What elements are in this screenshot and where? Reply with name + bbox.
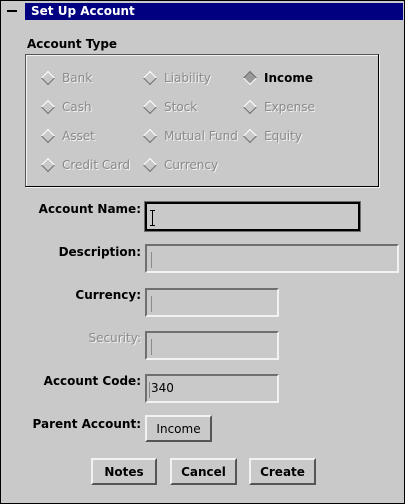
radio-label: Cash (62, 100, 92, 114)
security-label: Security: (88, 331, 141, 345)
currency-field[interactable] (145, 288, 279, 317)
text-cursor-icon (150, 210, 155, 226)
radio-label: Equity (264, 129, 302, 143)
text-cursor-icon (151, 252, 152, 268)
parent-account-button[interactable]: Income (145, 415, 212, 442)
radio-diamond-icon (40, 157, 56, 173)
radio-label: Bank (62, 71, 93, 85)
radio-diamond-icon (142, 70, 158, 86)
radio-credit-card[interactable]: Credit Card (40, 157, 130, 173)
radio-label: Income (264, 71, 314, 85)
radio-label: Asset (62, 129, 95, 143)
description-field[interactable] (145, 244, 399, 273)
account-code-label: Account Code: (43, 374, 141, 388)
account-type-label: Account Type (27, 37, 118, 51)
window-menu-icon (7, 10, 17, 12)
radio-cash[interactable]: Cash (40, 99, 92, 115)
radio-label: Expense (264, 100, 315, 114)
currency-label: Currency: (75, 288, 141, 302)
radio-diamond-icon (242, 70, 258, 86)
radio-stock[interactable]: Stock (142, 99, 198, 115)
account-name-field[interactable] (144, 201, 361, 232)
radio-currency[interactable]: Currency (142, 157, 219, 173)
create-button[interactable]: Create (249, 458, 316, 485)
radio-diamond-icon (142, 99, 158, 115)
radio-diamond-icon (40, 128, 56, 144)
description-label: Description: (58, 245, 141, 259)
text-cursor-icon (151, 339, 152, 355)
radio-equity[interactable]: Equity (242, 128, 302, 144)
radio-liability[interactable]: Liability (142, 70, 211, 86)
security-field[interactable] (145, 331, 279, 360)
radio-label: Currency (164, 158, 219, 172)
radio-label: Stock (164, 100, 198, 114)
radio-diamond-icon (242, 99, 258, 115)
radio-label: Credit Card (62, 158, 130, 172)
text-cursor-icon (149, 382, 150, 398)
radio-bank[interactable]: Bank (40, 70, 93, 86)
radio-diamond-icon (142, 128, 158, 144)
account-name-label: Account Name: (38, 202, 141, 216)
set-up-account-window: Set Up Account Account Type Bank Liabili… (0, 0, 405, 504)
notes-button[interactable]: Notes (91, 458, 157, 485)
radio-label: Mutual Fund (164, 129, 238, 143)
radio-asset[interactable]: Asset (40, 128, 95, 144)
window-menu-button[interactable] (4, 4, 20, 18)
account-code-field[interactable]: 340 (145, 374, 279, 403)
radio-income[interactable]: Income (242, 70, 314, 86)
radio-label: Liability (164, 71, 211, 85)
parent-account-label: Parent Account: (32, 417, 141, 431)
radio-mutual-fund[interactable]: Mutual Fund (142, 128, 238, 144)
window-title: Set Up Account (25, 3, 403, 20)
text-cursor-icon (151, 296, 152, 312)
radio-diamond-icon (142, 157, 158, 173)
cancel-button[interactable]: Cancel (170, 458, 237, 485)
radio-diamond-icon (40, 99, 56, 115)
radio-diamond-icon (40, 70, 56, 86)
radio-expense[interactable]: Expense (242, 99, 315, 115)
radio-diamond-icon (242, 128, 258, 144)
account-code-value: 340 (151, 381, 174, 395)
title-bar: Set Up Account (1, 1, 404, 22)
